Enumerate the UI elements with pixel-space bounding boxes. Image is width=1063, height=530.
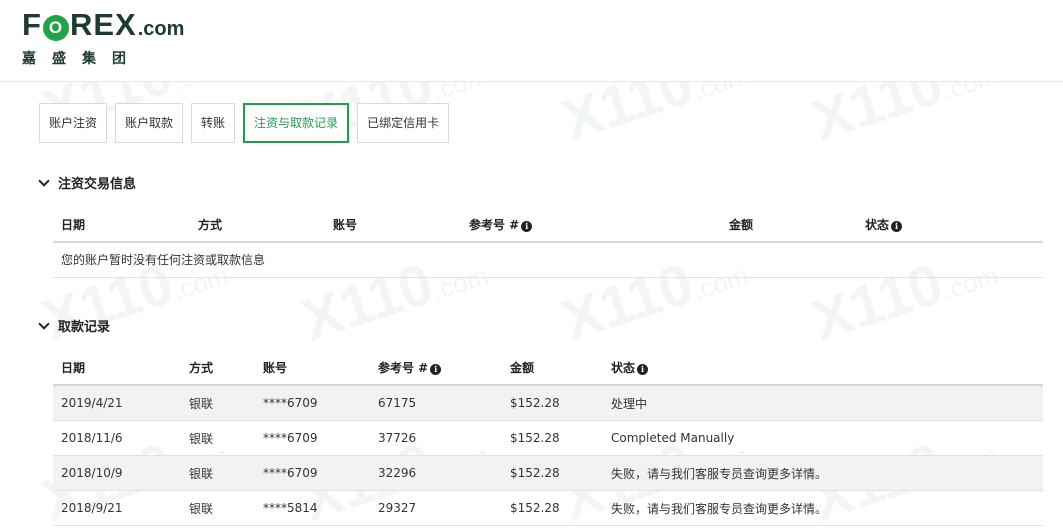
col-amount: 金额 bbox=[729, 218, 754, 232]
info-circle-icon[interactable]: i bbox=[637, 364, 649, 375]
col-status: 状态 i bbox=[603, 359, 903, 376]
cell-date: 2019/4/21 bbox=[61, 396, 123, 410]
table-header: 日期 方式 账号 参考号 # i 金额 状态 i bbox=[53, 351, 1043, 386]
col-account: 账号 bbox=[333, 218, 358, 232]
logo-subtitle: 嘉盛集团 bbox=[22, 51, 142, 67]
cell-status: 处理中 bbox=[611, 396, 648, 411]
cell-amount: $152.28 bbox=[510, 431, 560, 445]
withdraw-section-title: 取款记录 bbox=[58, 320, 111, 335]
col-method: 方式 bbox=[189, 361, 214, 375]
tab-withdraw[interactable]: 账户取款 bbox=[115, 103, 184, 143]
withdraw-section-toggle[interactable]: 取款记录 bbox=[38, 316, 110, 335]
chevron-down-icon bbox=[38, 317, 50, 330]
withdraw-table: 日期 方式 账号 参考号 # i 金额 状态 i 2019/4/21 银联 ****… bbox=[53, 351, 1043, 526]
cell-date: 2018/9/21 bbox=[61, 501, 123, 515]
cell-amount: $152.28 bbox=[510, 396, 560, 410]
cell-date: 2018/10/9 bbox=[61, 466, 123, 480]
logo-o-mark: O bbox=[42, 15, 69, 41]
info-circle-icon[interactable]: i bbox=[430, 364, 442, 375]
cell-method: 银联 bbox=[189, 396, 214, 411]
col-method: 方式 bbox=[198, 218, 223, 232]
cell-ref: 32296 bbox=[378, 466, 417, 480]
col-date: 日期 bbox=[61, 218, 86, 232]
tab-history[interactable]: 注资与取款记录 bbox=[243, 103, 350, 143]
cell-date: 2018/11/6 bbox=[61, 431, 123, 445]
table-row: 2018/9/21 银联 ****5814 29327 $152.28 失败，请… bbox=[53, 491, 1043, 526]
cell-status: Completed Manually bbox=[611, 431, 735, 445]
col-account: 账号 bbox=[263, 361, 288, 375]
cell-amount: $152.28 bbox=[510, 466, 560, 480]
col-ref: 参考号 # i bbox=[370, 359, 502, 376]
cell-status: 失败，请与我们客服专员查询更多详情。 bbox=[611, 466, 828, 481]
tab-linked-cards[interactable]: 已绑定信用卡 bbox=[357, 103, 450, 143]
cell-account: ****6709 bbox=[263, 396, 318, 410]
cell-method: 银联 bbox=[189, 501, 214, 516]
empty-message: 您的账户暂时没有任何注资或取款信息 bbox=[53, 243, 1043, 278]
cell-ref: 37726 bbox=[378, 431, 417, 445]
deposit-table: 日期 方式 账号 参考号 # i 金额 状态 i 您的账户暂时没有任何注资或取款信息 bbox=[53, 208, 1043, 278]
col-status: 状态 i bbox=[857, 216, 1007, 233]
site-header: F O REX.com 嘉盛集团 bbox=[0, 0, 1063, 82]
cell-status: 失败，请与我们客服专员查询更多详情。 bbox=[611, 501, 828, 516]
cell-account: ****5814 bbox=[263, 501, 318, 515]
col-date: 日期 bbox=[61, 361, 86, 375]
deposit-section-toggle[interactable]: 注资交易信息 bbox=[38, 173, 136, 192]
tab-deposit[interactable]: 账户注资 bbox=[39, 103, 108, 143]
table-row: 2018/10/9 银联 ****6709 32296 $152.28 失败，请… bbox=[53, 456, 1043, 491]
table-header: 日期 方式 账号 参考号 # i 金额 状态 i bbox=[53, 208, 1043, 243]
info-circle-icon[interactable]: i bbox=[521, 221, 533, 232]
cell-method: 银联 bbox=[189, 431, 214, 446]
tab-transfer[interactable]: 转账 bbox=[191, 103, 236, 143]
cell-ref: 29327 bbox=[378, 501, 417, 515]
forex-logo[interactable]: F O REX.com 嘉盛集团 bbox=[22, 8, 184, 68]
logo-wordmark: F O REX.com bbox=[22, 7, 185, 42]
cell-amount: $152.28 bbox=[510, 501, 560, 515]
cell-method: 银联 bbox=[189, 466, 214, 481]
col-ref: 参考号 # i bbox=[461, 216, 721, 233]
funding-tabs: 账户注资 账户取款 转账 注资与取款记录 已绑定信用卡 bbox=[39, 103, 457, 143]
info-circle-icon[interactable]: i bbox=[891, 221, 903, 232]
cell-account: ****6709 bbox=[263, 466, 318, 480]
cell-ref: 67175 bbox=[378, 396, 417, 410]
chevron-down-icon bbox=[38, 174, 50, 187]
table-row: 2018/11/6 银联 ****6709 37726 $152.28 Comp… bbox=[53, 421, 1043, 456]
cell-account: ****6709 bbox=[263, 431, 318, 445]
col-amount: 金额 bbox=[510, 361, 535, 375]
deposit-section-title: 注资交易信息 bbox=[58, 177, 137, 192]
table-row: 2019/4/21 银联 ****6709 67175 $152.28 处理中 bbox=[53, 386, 1043, 421]
